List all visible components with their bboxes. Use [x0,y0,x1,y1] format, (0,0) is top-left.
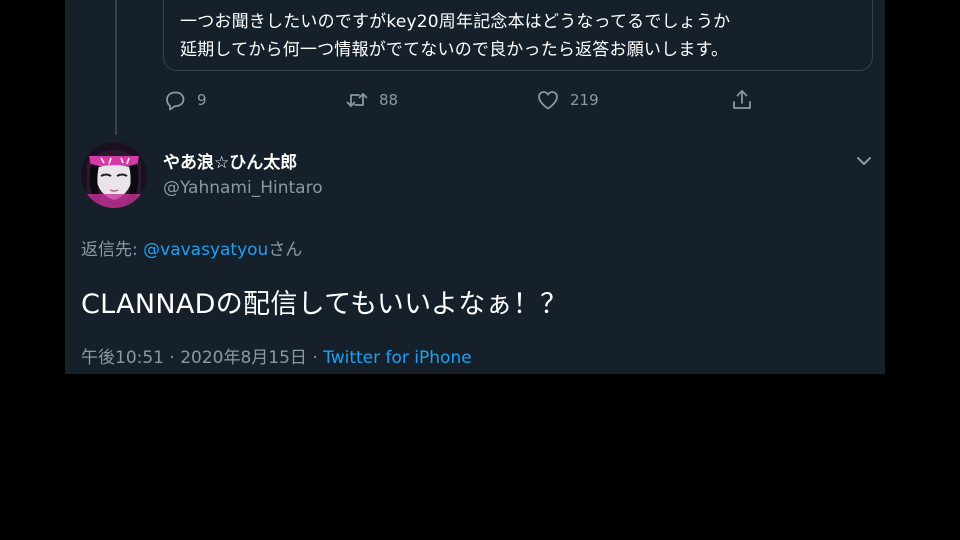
avatar-image [81,142,147,208]
share-icon [733,90,751,109]
retweet-icon [346,93,368,107]
retweet-button[interactable]: 88 [345,88,398,112]
replying-to: 返信先: @vavasyatyouさん [81,235,302,260]
previous-tweet-body[interactable]: 一つお聞きしたいのですがkey20周年記念本はどうなってるでしょうか 延期してか… [163,0,873,71]
reply-count: 9 [197,91,207,109]
tweet-source-link[interactable]: Twitter for iPhone [323,348,472,368]
tweet-text-line: 一つお聞きしたいのですがkey20周年記念本はどうなってるでしょうか [180,12,731,32]
replying-to-label: 返信先: [81,240,144,260]
chevron-down-icon [857,157,871,165]
avatar[interactable] [81,142,147,208]
author-display-name[interactable]: やあ浪☆ひん太郎 [163,148,297,173]
heart-icon [538,91,558,110]
reply-icon [166,91,185,111]
replying-to-mention[interactable]: @vavasyatyou [143,240,268,260]
thread-connector-line [115,0,117,135]
tweet-text: CLANNADの配信してもいいよなぁ！？ [81,289,568,320]
share-button[interactable] [730,88,754,112]
tweet-timestamp[interactable]: 午後10:51 · 2020年8月15日 · [81,348,323,368]
tweet-card: 一つお聞きしたいのですがkey20周年記念本はどうなってるでしょうか 延期してか… [65,0,885,374]
tweet-timestamp-row: 午後10:51 · 2020年8月15日 · Twitter for iPhon… [81,343,472,368]
replying-to-suffix: さん [268,240,303,260]
tweet-actions-bar: 9 88 219 [163,88,863,114]
retweet-count: 88 [379,91,399,109]
tweet-text-line: 延期してから何一つ情報がでてないので良かったら返答お願いします。 [180,40,729,60]
like-count: 219 [570,91,599,109]
author-handle[interactable]: @Yahnami_Hintaro [163,178,323,198]
like-button[interactable]: 219 [536,88,599,112]
reply-button[interactable]: 9 [163,88,207,112]
tweet-menu-button[interactable] [851,148,877,174]
